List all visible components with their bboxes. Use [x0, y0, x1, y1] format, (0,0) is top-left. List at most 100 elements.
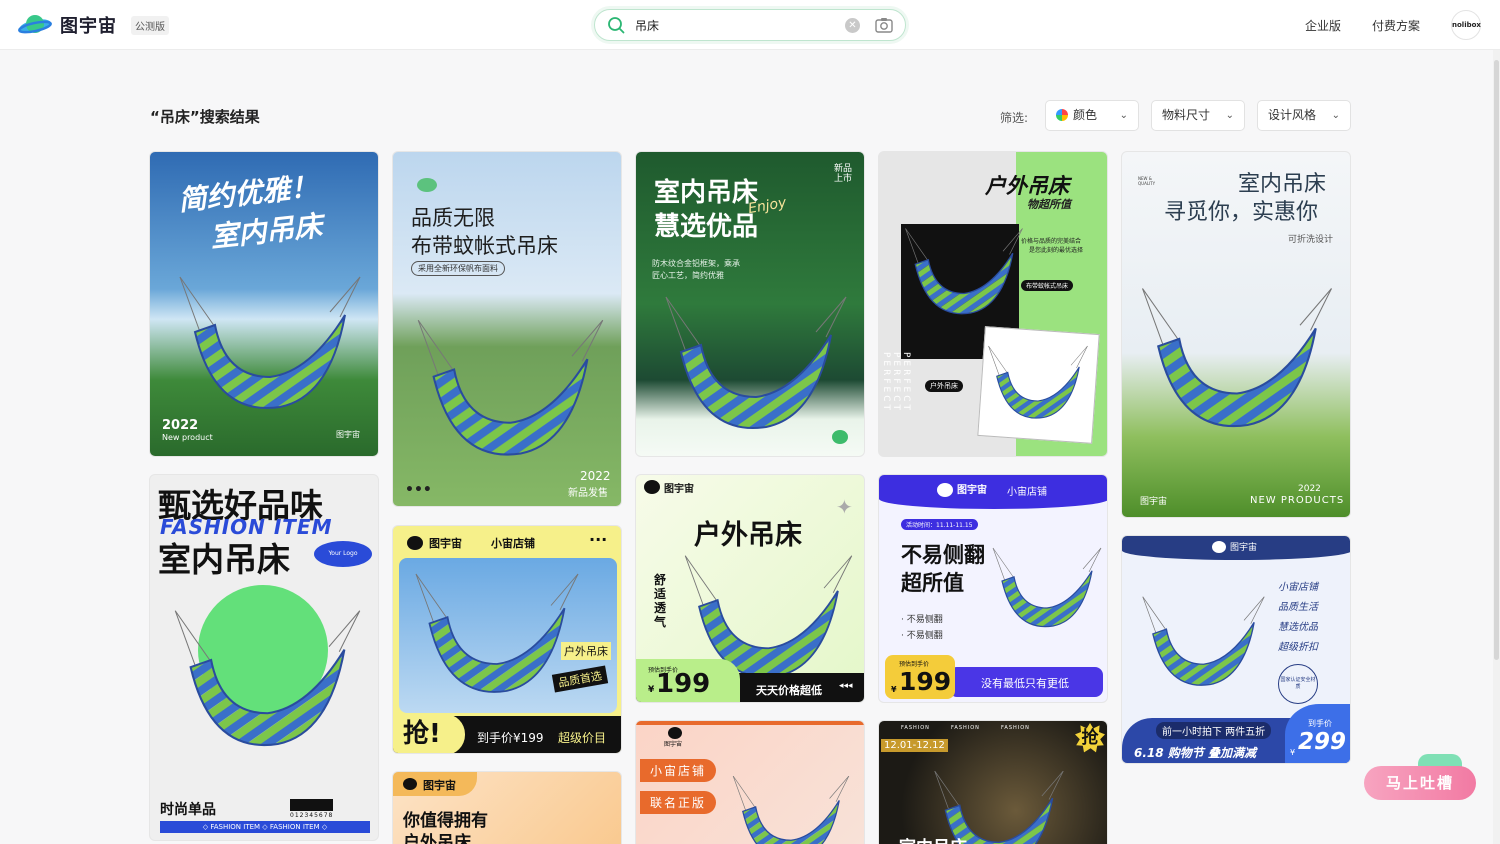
filter-size[interactable]: 物料尺寸 ⌄ [1151, 100, 1245, 131]
template-card-7[interactable]: 图宇宙 小宙店铺 ··· 户外吊床 品质首选 抢! 到手价¥199 超级价目 [392, 525, 622, 754]
top-bar: 图宇宙 公测版 ✕ 企业版 付费方案 nolibox [0, 0, 1500, 50]
card-8-price: 199 [656, 669, 711, 699]
card-9-line1: 不易侧翻 [901, 543, 985, 567]
card-3-line2: 慧选优品 [654, 212, 759, 242]
feedback-button[interactable]: 马上吐槽 [1364, 766, 1476, 800]
card-2-line2: 布带蚊帐式吊床 [411, 234, 558, 258]
card-3-desc2: 匠心工艺，简约优雅 [652, 271, 724, 280]
template-card-10[interactable]: 图宇宙 小宙店铺 品质生活 慧选优品 超级折扣 国家认证安全材质 前一小时拍下 … [1121, 535, 1351, 764]
card-5-line2: 寻觅你，实惠你 [1164, 200, 1319, 225]
search-input[interactable] [635, 16, 825, 34]
card-11-line2: 户外吊床 [403, 833, 471, 844]
card-13-line1: 室内吊床 [899, 833, 967, 844]
hammock-image [165, 590, 370, 775]
nav-enterprise[interactable]: 企业版 [1305, 17, 1341, 34]
sparkle-icon: ✦ [836, 495, 853, 519]
template-card-6[interactable]: 甄选好品味 FASHION ITEM 室内吊床 Your Logo 时尚单品 0… [149, 474, 379, 841]
card-4-pill2: 户外吊床 [925, 380, 963, 392]
card-10-brand: 图宇宙 [1230, 543, 1258, 553]
scrollbar-thumb[interactable] [1494, 60, 1499, 660]
hammock-image [408, 317, 613, 467]
hammock-image [170, 272, 370, 422]
triple-chevron-icon: ◂◂◂ [839, 681, 853, 691]
card-10-item2: 品质生活 [1278, 602, 1318, 613]
card-1-sub: New product [162, 433, 213, 442]
hammock-image [987, 535, 1107, 645]
card-2-tag: 采用全新环保帆布面料 [411, 261, 505, 276]
filter-style[interactable]: 设计风格 ⌄ [1257, 100, 1351, 131]
card-13-fashion2: FASHION [951, 725, 980, 731]
card-3-desc1: 防木纹合金铝框架，乘承 [652, 259, 740, 268]
card-2-logo-icon [417, 178, 437, 192]
card-12-tag2: 联名正版 [640, 791, 717, 814]
template-card-11[interactable]: 图宇宙 你值得拥有 户外吊床 [392, 771, 622, 844]
template-card-13[interactable]: FASHION FASHION FASHION 12.01-12.12 抢 室内… [878, 720, 1108, 844]
filter-color-label: 颜色 [1073, 108, 1098, 122]
chevron-down-icon: ⌄ [1225, 110, 1234, 121]
card-13-grab: 抢 [1075, 723, 1105, 753]
card-10-seal: 国家认证安全材质 [1278, 664, 1318, 704]
card-9-slogan: 没有最低只有更低 [981, 677, 1069, 690]
card-7-tag1: 户外吊床 [561, 642, 611, 660]
card-9-header-band [879, 475, 1107, 509]
card-4-side-text: PERFECT PERFECT PERFECT [881, 352, 911, 414]
card-8-logo-icon [644, 480, 660, 494]
card-10-item3: 慧选优品 [1278, 622, 1318, 633]
filter-color[interactable]: 颜色 ⌄ [1045, 100, 1139, 131]
card-9-currency: ¥ [891, 685, 897, 694]
card-8-currency: ¥ [648, 685, 655, 695]
filter-label: 筛选: [1000, 111, 1029, 125]
template-card-3[interactable]: 室内吊床 慧选优品 Enjoy 新品上市 防木纹合金铝框架，乘承 匠心工艺，简约… [635, 151, 865, 457]
card-3-badge: 新品上市 [834, 164, 853, 184]
card-6-strip: ◇ FASHION ITEM ◇ FASHION ITEM ◇ [160, 821, 370, 833]
template-card-4[interactable]: 户外吊床 物超所值 价格与品质的完美结合 是您此刻的最优选择 布带蚊帐式吊床 户… [878, 151, 1108, 457]
card-12-top-stripe [636, 721, 864, 725]
template-card-1[interactable]: 简约优雅！ 室内吊床 2022 New product 图宇宙 [149, 151, 379, 457]
card-4-line2: 物超所值 [1027, 198, 1071, 211]
card-8-side: 舒适透气 [654, 573, 667, 629]
card-7-grab: 抢! [393, 714, 465, 753]
hammock-image [983, 342, 1093, 427]
search-icon[interactable] [607, 16, 625, 34]
clear-icon[interactable]: ✕ [845, 18, 860, 33]
card-13-fashion3: FASHION [1001, 725, 1030, 731]
card-10-item4: 超级折扣 [1278, 642, 1318, 653]
card-6-foot1: 时尚单品 [160, 802, 216, 818]
card-6-barcode: 012345678 [290, 799, 334, 819]
card-13-fashion1: FASHION [901, 725, 930, 731]
card-9-price: 199 [899, 667, 952, 696]
search-box[interactable]: ✕ [594, 9, 906, 41]
hammock-image [1132, 277, 1342, 447]
card-8-slogan: 天天价格超低 [756, 684, 822, 697]
template-card-12[interactable]: 图宇宙 小宙店铺 联名正版 [635, 720, 865, 844]
card-9-bullet1: · 不易侧翻 [901, 615, 943, 625]
template-card-9[interactable]: 图宇宙 小宙店铺 活动时间：11.11-11.15 不易侧翻 超所值 · 不易侧… [878, 474, 1108, 703]
card-9-bullet2: · 不易侧翻 [901, 631, 943, 641]
template-card-8[interactable]: 图宇宙 户外吊床 ✦ 舒适透气 预估到手价 ¥ 199 天天价格超低 ◂◂◂ [635, 474, 865, 703]
card-3-logo-icon [832, 430, 848, 444]
card-13-date: 12.01-12.12 [881, 739, 948, 752]
card-10-price-label: 到手价 [1308, 719, 1332, 728]
brand-name: 图宇宙 [60, 16, 117, 37]
card-12-logo-icon [668, 727, 682, 739]
scrollbar[interactable] [1493, 50, 1500, 844]
card-4-desc2: 是您此刻的最优选择 [1029, 247, 1084, 254]
card-5-brand: 图宇宙 [1140, 497, 1168, 507]
template-card-2[interactable]: 品质无限 布带蚊帐式吊床 采用全新环保帆布面料 ••• 2022 新品发售 [392, 151, 622, 507]
card-6-logo-badge: Your Logo [314, 541, 372, 567]
card-9-bullet2-text: 不易侧翻 [906, 631, 943, 641]
card-9-event: 活动时间：11.11-11.15 [901, 519, 978, 530]
card-7-price: 到手价¥199 [477, 731, 544, 745]
brand-logo[interactable]: 图宇宙 公测版 [18, 11, 169, 39]
template-card-5[interactable]: NEW & QUALITY 室内吊床 寻觅你，实惠你 可折洗设计 图宇宙 202… [1121, 151, 1351, 518]
more-icon[interactable]: ··· [589, 530, 607, 549]
avatar[interactable]: nolibox [1451, 10, 1481, 40]
beta-badge: 公测版 [131, 15, 169, 35]
card-12-brand: 图宇宙 [664, 741, 683, 748]
card-7-brand: 图宇宙 [429, 537, 462, 550]
card-12-tag1: 小宙店铺 [640, 759, 717, 782]
hammock-image [656, 292, 856, 442]
camera-icon[interactable] [875, 17, 893, 33]
card-2-year: 2022 [580, 469, 611, 483]
nav-pricing[interactable]: 付费方案 [1372, 17, 1420, 34]
